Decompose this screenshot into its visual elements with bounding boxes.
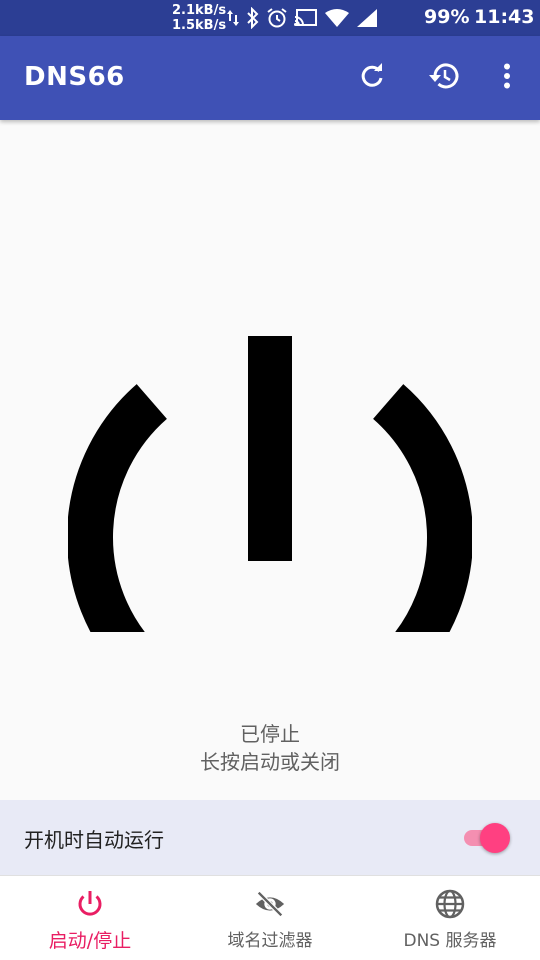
main-content	[0, 120, 540, 800]
globe-icon	[434, 888, 466, 920]
eye-off-icon	[254, 888, 286, 920]
history-button[interactable]	[424, 58, 464, 98]
more-options-button[interactable]	[487, 58, 527, 98]
status-stopped-text: 已停止	[240, 722, 300, 746]
power-icon	[74, 888, 106, 920]
app-bar: DNS66	[0, 36, 540, 120]
download-speed: 1.5kB/s	[172, 18, 227, 33]
bottom-navigation: 启动/停止 域名过滤器 DNS 服务器	[0, 875, 540, 960]
history-icon	[428, 62, 460, 94]
status-hint-text: 长按启动或关闭	[200, 750, 340, 774]
cast-icon	[294, 8, 318, 28]
switch-thumb	[480, 823, 510, 853]
status-icons	[226, 6, 378, 30]
nav-start-stop[interactable]: 启动/停止	[0, 876, 180, 960]
data-arrows-icon	[226, 8, 240, 28]
network-speed: 2.1kB/s 1.5kB/s	[172, 3, 226, 33]
upload-speed: 2.1kB/s	[172, 3, 227, 18]
bluetooth-icon	[246, 7, 260, 29]
autostart-switch[interactable]	[462, 822, 512, 854]
battery-level: 99%	[424, 6, 470, 28]
nav-dns-servers-label: DNS 服务器	[403, 931, 497, 951]
signal-icon	[356, 8, 378, 28]
autostart-label: 开机时自动运行	[24, 828, 164, 852]
wifi-icon	[324, 8, 350, 28]
power-icon	[67, 336, 473, 741]
refresh-button[interactable]	[352, 58, 392, 98]
nav-domain-filters-label: 域名过滤器	[227, 931, 313, 951]
nav-start-stop-label: 启动/停止	[48, 930, 132, 952]
nav-domain-filters[interactable]: 域名过滤器	[180, 876, 360, 960]
app-title: DNS66	[24, 62, 125, 92]
clock: 11:43	[474, 6, 535, 28]
autostart-row[interactable]: 开机时自动运行	[0, 800, 540, 875]
service-status: 已停止 长按启动或关闭	[0, 720, 540, 776]
alarm-icon	[266, 7, 288, 29]
power-toggle-button[interactable]	[67, 228, 473, 741]
refresh-icon	[358, 62, 386, 94]
status-bar: 2.1kB/s 1.5kB/s 99% 11:43	[0, 0, 540, 36]
more-vert-icon	[503, 63, 511, 93]
nav-dns-servers[interactable]: DNS 服务器	[360, 876, 540, 960]
